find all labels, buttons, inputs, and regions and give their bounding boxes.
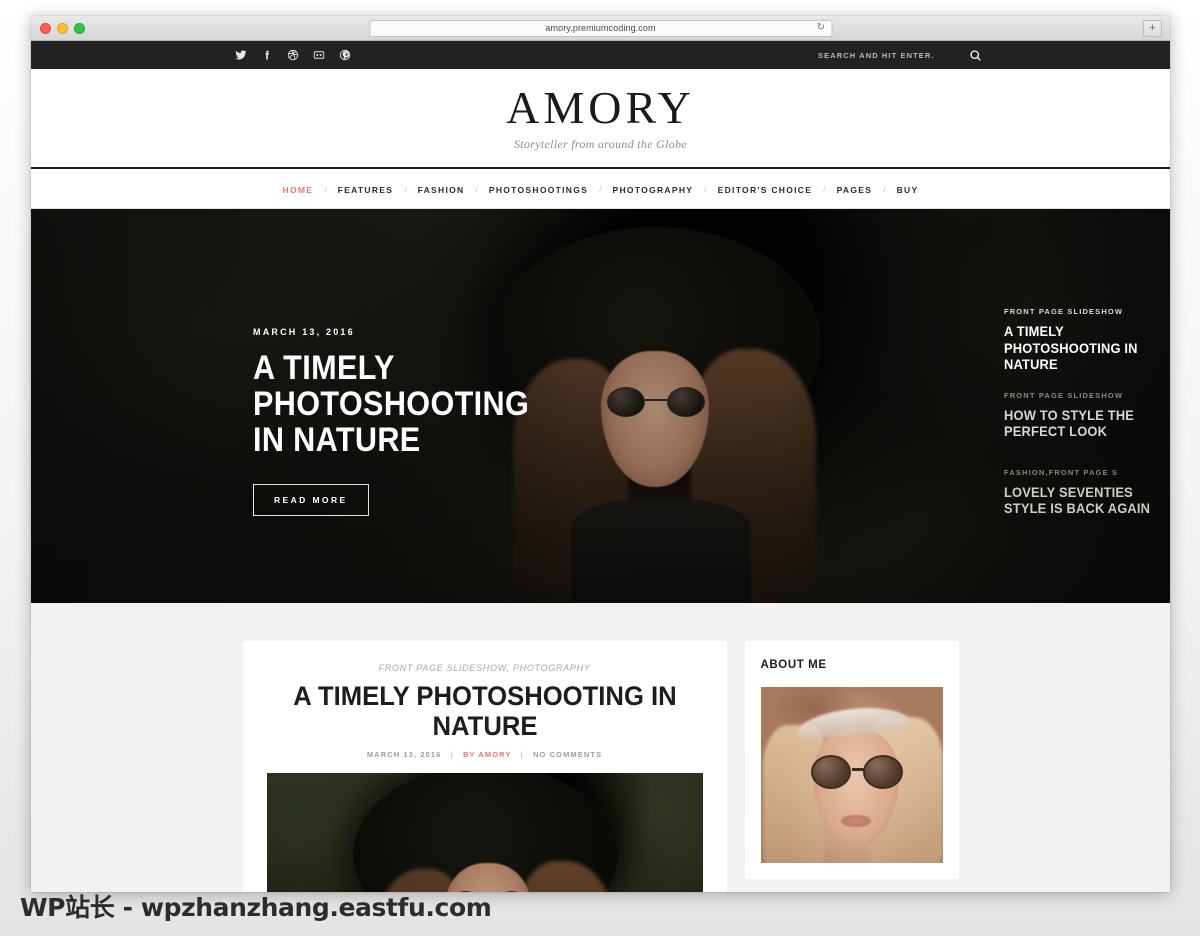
watermark-text: WP站长 - wpzhanzhang.eastfu.com [20, 893, 492, 922]
nav-item-editors-choice[interactable]: EDITOR'S CHOICE [718, 180, 813, 198]
slide-category: FRONT PAGE SLIDESHOW [1004, 390, 1124, 400]
meta-divider: | [450, 750, 454, 760]
dribbble-icon[interactable] [286, 49, 299, 62]
meta-divider: | [520, 750, 524, 760]
browser-titlebar: amory.premiumcoding.com ↻ + [31, 16, 1170, 41]
site-tagline: Storyteller from around the Globe [514, 136, 687, 151]
social-links [234, 49, 351, 62]
hero-slider[interactable]: MARCH 13, 2016 A TIMELY PHOTOSHOOTING IN… [31, 209, 1170, 603]
close-window-button[interactable] [40, 22, 51, 34]
nav-link-buy[interactable]: BUY [897, 185, 919, 195]
nav-item-buy[interactable]: BUY [897, 180, 919, 198]
url-text: amory.premiumcoding.com [545, 23, 656, 33]
nav-separator: / [475, 183, 478, 194]
nav-link-fashion[interactable]: FASHION [418, 185, 465, 195]
nav-link-editors-choice[interactable]: EDITOR'S CHOICE [718, 185, 813, 195]
nav-separator: / [599, 183, 602, 194]
post-date: MARCH 13, 2016 [366, 750, 442, 760]
flickr-icon[interactable] [312, 49, 325, 62]
facebook-icon[interactable] [260, 49, 273, 62]
slide-title: LOVELY SEVENTIES STYLE IS BACK AGAIN [1004, 483, 1151, 517]
hero-title[interactable]: A TIMELY PHOTOSHOOTING IN NATURE [253, 350, 550, 458]
address-bar[interactable]: amory.premiumcoding.com ↻ [369, 19, 832, 37]
nav-link-features[interactable]: FEATURES [338, 185, 394, 195]
about-me-image [760, 687, 943, 863]
widget-title-about-me: ABOUT ME [760, 659, 827, 671]
post-subject-figure [335, 773, 635, 892]
nav-link-photography[interactable]: PHOTOGRAPHY [613, 185, 694, 195]
maximize-window-button[interactable] [74, 22, 85, 34]
hero-slide-item[interactable]: FRONT PAGE SLIDESHOW A TIMELY PHOTOSHOOT… [1004, 307, 1170, 373]
pinterest-icon[interactable] [338, 49, 351, 62]
browser-window: amory.premiumcoding.com ↻ + SEARCH AND H… [31, 16, 1170, 892]
hero-gradient-overlay [31, 209, 1170, 603]
nav-item-features[interactable]: FEATURES [338, 180, 394, 198]
nav-item-pages[interactable]: PAGES [837, 180, 873, 198]
main-navigation: HOME / FEATURES / FASHION / PHOTOSHOOTIN… [31, 169, 1170, 209]
post-meta: MARCH 13, 2016 | BY AMORY | NO COMMENTS [267, 750, 703, 759]
search-area [818, 49, 982, 62]
post-featured-image[interactable] [266, 773, 703, 892]
post-comments[interactable]: NO COMMENTS [533, 750, 602, 759]
minimize-window-button[interactable] [57, 22, 68, 34]
reload-icon[interactable]: ↻ [817, 23, 825, 33]
nav-link-photoshootings[interactable]: PHOTOSHOOTINGS [489, 185, 588, 195]
lens-right [495, 891, 527, 892]
post-author[interactable]: BY AMORY [463, 750, 511, 759]
slide-title: HOW TO STYLE THE PERFECT LOOK [1004, 406, 1135, 440]
slide-category: FASHION,FRONT PAGE S [1004, 467, 1119, 477]
slide-title: A TIMELY PHOTOSHOOTING IN NATURE [1004, 323, 1138, 373]
hero-caption: MARCH 13, 2016 A TIMELY PHOTOSHOOTING IN… [253, 327, 553, 517]
slide-category: FRONT PAGE SLIDESHOW [1004, 307, 1124, 316]
about-me-widget: ABOUT ME [744, 641, 959, 879]
search-input[interactable] [818, 50, 933, 60]
window-traffic-lights [31, 22, 85, 34]
hero-slide-item[interactable]: FASHION,FRONT PAGE S LOVELY SEVENTIES ST… [1004, 468, 1170, 517]
nav-item-photoshootings[interactable]: PHOTOSHOOTINGS [489, 180, 588, 198]
twitter-icon[interactable] [234, 49, 247, 62]
nav-separator: / [883, 183, 886, 194]
page-viewport: AMORY Storyteller from around the Globe … [31, 41, 1170, 892]
site-logo[interactable]: AMORY [506, 84, 695, 131]
nav-separator: / [704, 183, 707, 194]
nav-separator: / [324, 183, 327, 194]
search-icon[interactable] [969, 49, 982, 62]
post-card: FRONT PAGE SLIDESHOW, PHOTOGRAPHY A TIME… [242, 641, 727, 892]
nav-link-home[interactable]: HOME [283, 185, 314, 195]
lips-shape [840, 815, 871, 827]
read-more-button[interactable]: READ MORE [253, 484, 369, 517]
nav-separator: / [823, 183, 826, 194]
hero-date: MARCH 13, 2016 [253, 327, 355, 337]
nav-item-home[interactable]: HOME [283, 180, 314, 198]
sunglasses-shape [810, 755, 903, 789]
nav-link-pages[interactable]: PAGES [837, 185, 873, 195]
hero-slide-item[interactable]: FRONT PAGE SLIDESHOW HOW TO STYLE THE PE… [1004, 391, 1170, 440]
post-categories[interactable]: FRONT PAGE SLIDESHOW, PHOTOGRAPHY [267, 663, 703, 673]
sidebar: ABOUT ME [744, 641, 959, 879]
top-bar [31, 41, 1170, 69]
nav-list: HOME / FEATURES / FASHION / PHOTOSHOOTIN… [283, 180, 919, 198]
site-header: AMORY Storyteller from around the Globe [31, 69, 1170, 169]
nav-separator: / [404, 183, 407, 194]
post-title[interactable]: A TIMELY PHOTOSHOOTING IN NATURE [277, 681, 691, 741]
content-area: FRONT PAGE SLIDESHOW, PHOTOGRAPHY A TIME… [31, 603, 1170, 892]
hero-slide-list: FRONT PAGE SLIDESHOW A TIMELY PHOTOSHOOT… [1004, 307, 1170, 535]
glasses-bridge [851, 768, 864, 771]
lens-right [862, 755, 903, 789]
nav-item-photography[interactable]: PHOTOGRAPHY [613, 180, 694, 198]
nav-item-fashion[interactable]: FASHION [418, 180, 465, 198]
new-tab-button[interactable]: + [1143, 19, 1162, 37]
lens-left [810, 755, 851, 789]
